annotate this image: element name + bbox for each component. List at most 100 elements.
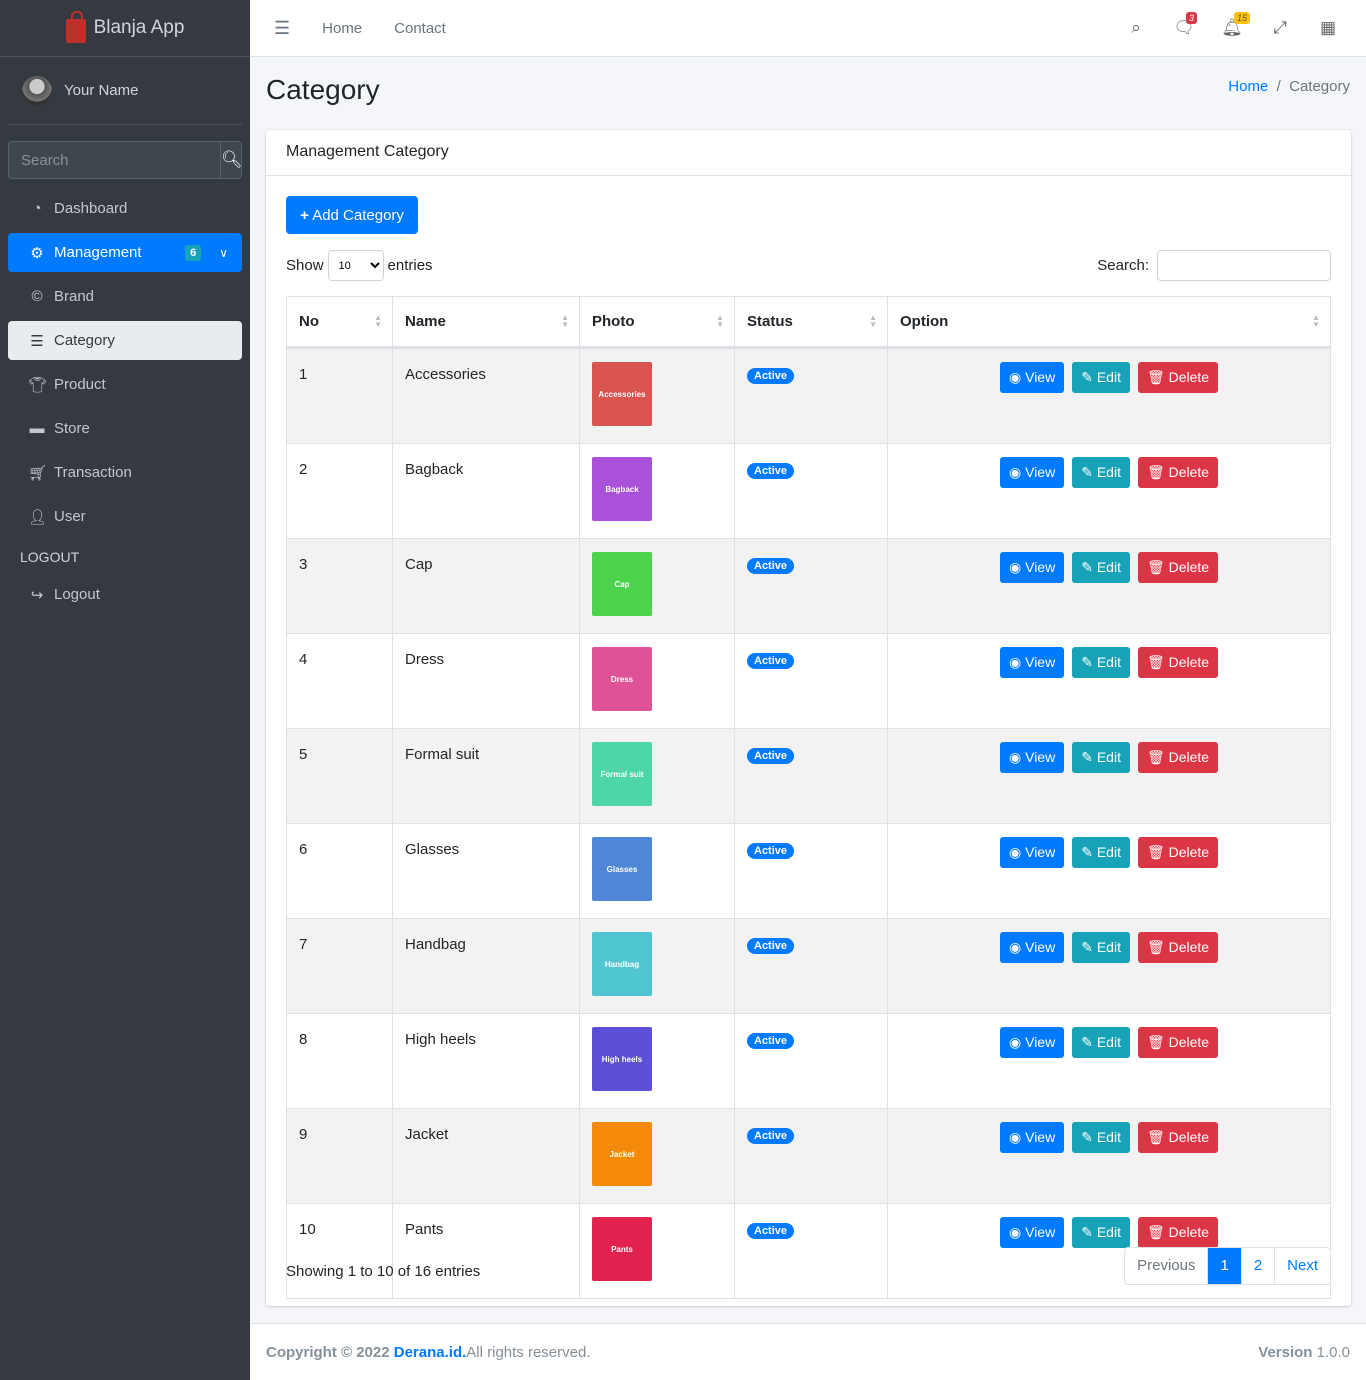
add-category-button[interactable]: + Add Category	[286, 196, 418, 234]
cell-name: Handbag	[392, 918, 580, 1014]
grid-icon[interactable]: ▦	[1304, 18, 1352, 38]
cell-name: High heels	[392, 1013, 580, 1109]
breadcrumb-home[interactable]: Home	[1228, 78, 1268, 95]
view-button[interactable]: ◉ View	[1000, 1122, 1065, 1153]
delete-button[interactable]: 🗑︎ Delete	[1137, 552, 1219, 583]
view-button[interactable]: ◉ View	[1000, 1027, 1065, 1058]
table-info: Showing 1 to 10 of 16 entries	[286, 1263, 481, 1280]
delete-button[interactable]: 🗑︎ Delete	[1137, 1217, 1219, 1248]
sidebar-item-brand[interactable]: © Brand	[8, 277, 242, 316]
edit-label: Edit	[1096, 844, 1121, 860]
trash-icon: 🗑︎	[1146, 369, 1165, 385]
column-header-status[interactable]: Status ▲ ▼	[734, 296, 888, 349]
delete-button[interactable]: 🗑︎ Delete	[1137, 837, 1219, 868]
sidebar-item-management[interactable]: ⚙ Management 6 ∨	[8, 233, 242, 272]
delete-button[interactable]: 🗑︎ Delete	[1137, 1122, 1219, 1153]
pencil-icon: ✎	[1081, 939, 1093, 955]
edit-button[interactable]: ✎ Edit	[1072, 647, 1130, 678]
delete-button[interactable]: 🗑︎ Delete	[1137, 1027, 1219, 1058]
page-1-button[interactable]: 1	[1207, 1248, 1241, 1284]
edit-button[interactable]: ✎ Edit	[1072, 837, 1130, 868]
cell-status: Active	[734, 918, 888, 1014]
category-photo: Bagback	[592, 457, 652, 521]
column-header-option[interactable]: Option ▲ ▼	[887, 296, 1331, 349]
footer-link[interactable]: Derana.id.	[394, 1344, 467, 1361]
edit-button[interactable]: ✎ Edit	[1072, 457, 1130, 488]
status-badge: Active	[747, 558, 795, 574]
next-button[interactable]: Next	[1274, 1248, 1330, 1284]
view-button[interactable]: ◉ View	[1000, 552, 1065, 583]
search-icon[interactable]: 🔍︎	[220, 142, 243, 178]
view-button[interactable]: ◉ View	[1000, 932, 1065, 963]
page-2-button[interactable]: 2	[1240, 1248, 1274, 1284]
nav-home-link[interactable]: Home	[322, 20, 362, 37]
pencil-icon: ✎	[1081, 1224, 1093, 1240]
page-size-select[interactable]: 10	[327, 250, 384, 281]
sidebar-item-dashboard[interactable]: ◔ Dashboard	[8, 189, 242, 228]
view-button[interactable]: ◉ View	[1000, 837, 1065, 868]
view-button[interactable]: ◉ View	[1000, 742, 1065, 773]
delete-button[interactable]: 🗑︎ Delete	[1137, 647, 1219, 678]
delete-button[interactable]: 🗑︎ Delete	[1137, 932, 1219, 963]
sidebar-item-transaction[interactable]: 🛒︎ Transaction	[8, 453, 242, 492]
user-panel[interactable]: Your Name	[8, 57, 242, 125]
edit-button[interactable]: ✎ Edit	[1072, 362, 1130, 393]
sidebar-search-input[interactable]	[9, 142, 220, 178]
view-button[interactable]: ◉ View	[1000, 1217, 1065, 1248]
page-title: Category	[266, 74, 380, 105]
view-button[interactable]: ◉ View	[1000, 362, 1065, 393]
cell-no: 3	[286, 538, 393, 634]
pencil-icon: ✎	[1081, 749, 1093, 765]
photo-caption: Pants	[611, 1244, 633, 1254]
category-photo: Glasses	[592, 837, 652, 901]
version-value: 1.0.0	[1312, 1344, 1350, 1361]
column-header-no[interactable]: No ▲ ▼	[286, 296, 393, 349]
view-label: View	[1025, 654, 1056, 670]
search-icon[interactable]: ⌕	[1112, 18, 1160, 38]
delete-label: Delete	[1168, 1034, 1210, 1050]
cell-name: Glasses	[392, 823, 580, 919]
pencil-icon: ✎	[1081, 654, 1093, 670]
view-button[interactable]: ◉ View	[1000, 457, 1065, 488]
delete-button[interactable]: 🗑︎ Delete	[1137, 742, 1219, 773]
delete-label: Delete	[1168, 464, 1210, 480]
sidebar-item-category[interactable]: ☰ Category	[8, 321, 242, 360]
sidebar-item-store[interactable]: ▬ Store	[8, 409, 242, 448]
user-icon: 👤︎	[28, 508, 48, 526]
edit-button[interactable]: ✎ Edit	[1072, 1122, 1130, 1153]
delete-button[interactable]: 🗑︎ Delete	[1137, 457, 1219, 488]
copyright-text: Copyright © 2022	[266, 1344, 394, 1361]
sign-out-icon: ↪	[30, 586, 44, 604]
column-header-photo[interactable]: Photo ▲ ▼	[579, 296, 735, 349]
edit-button[interactable]: ✎ Edit	[1072, 932, 1130, 963]
cell-photo: Bagback	[579, 443, 735, 539]
view-button[interactable]: ◉ View	[1000, 647, 1065, 678]
cell-no: 10	[286, 1203, 393, 1299]
sidebar-item-user[interactable]: 👤︎ User	[8, 497, 242, 536]
column-label: Name	[405, 313, 446, 330]
cell-option: ◉ View ✎ Edit 🗑︎ Delete	[887, 443, 1331, 539]
edit-button[interactable]: ✎ Edit	[1072, 1027, 1130, 1058]
chevron-down-icon[interactable]: ∨	[219, 246, 228, 260]
card-title: Management Category	[266, 130, 1351, 176]
previous-button[interactable]: Previous	[1125, 1248, 1207, 1284]
edit-label: Edit	[1096, 749, 1121, 765]
cell-option: ◉ View ✎ Edit 🗑︎ Delete	[887, 918, 1331, 1014]
cell-name: Formal suit	[392, 728, 580, 824]
edit-button[interactable]: ✎ Edit	[1072, 1217, 1130, 1248]
entries-label: entries	[387, 257, 433, 274]
column-header-name[interactable]: Name ▲ ▼	[392, 296, 580, 349]
edit-button[interactable]: ✎ Edit	[1072, 742, 1130, 773]
sidebar-item-logout[interactable]: ↪ Logout	[8, 575, 242, 614]
table-search-input[interactable]	[1157, 250, 1331, 281]
cell-no: 5	[286, 728, 393, 824]
delete-button[interactable]: 🗑︎ Delete	[1137, 362, 1219, 393]
nav-contact-link[interactable]: Contact	[394, 20, 446, 37]
hamburger-menu-icon[interactable]: ☰	[274, 18, 290, 39]
sidebar-item-product[interactable]: 👕︎ Product	[8, 365, 242, 404]
messages-icon[interactable]: 🗨︎ 3	[1160, 12, 1208, 38]
fullscreen-icon[interactable]: ⤢	[1256, 18, 1304, 38]
brand-link[interactable]: Blanja App	[0, 0, 250, 57]
edit-button[interactable]: ✎ Edit	[1072, 552, 1130, 583]
bell-icon[interactable]: 🔔︎ 15	[1208, 12, 1256, 38]
